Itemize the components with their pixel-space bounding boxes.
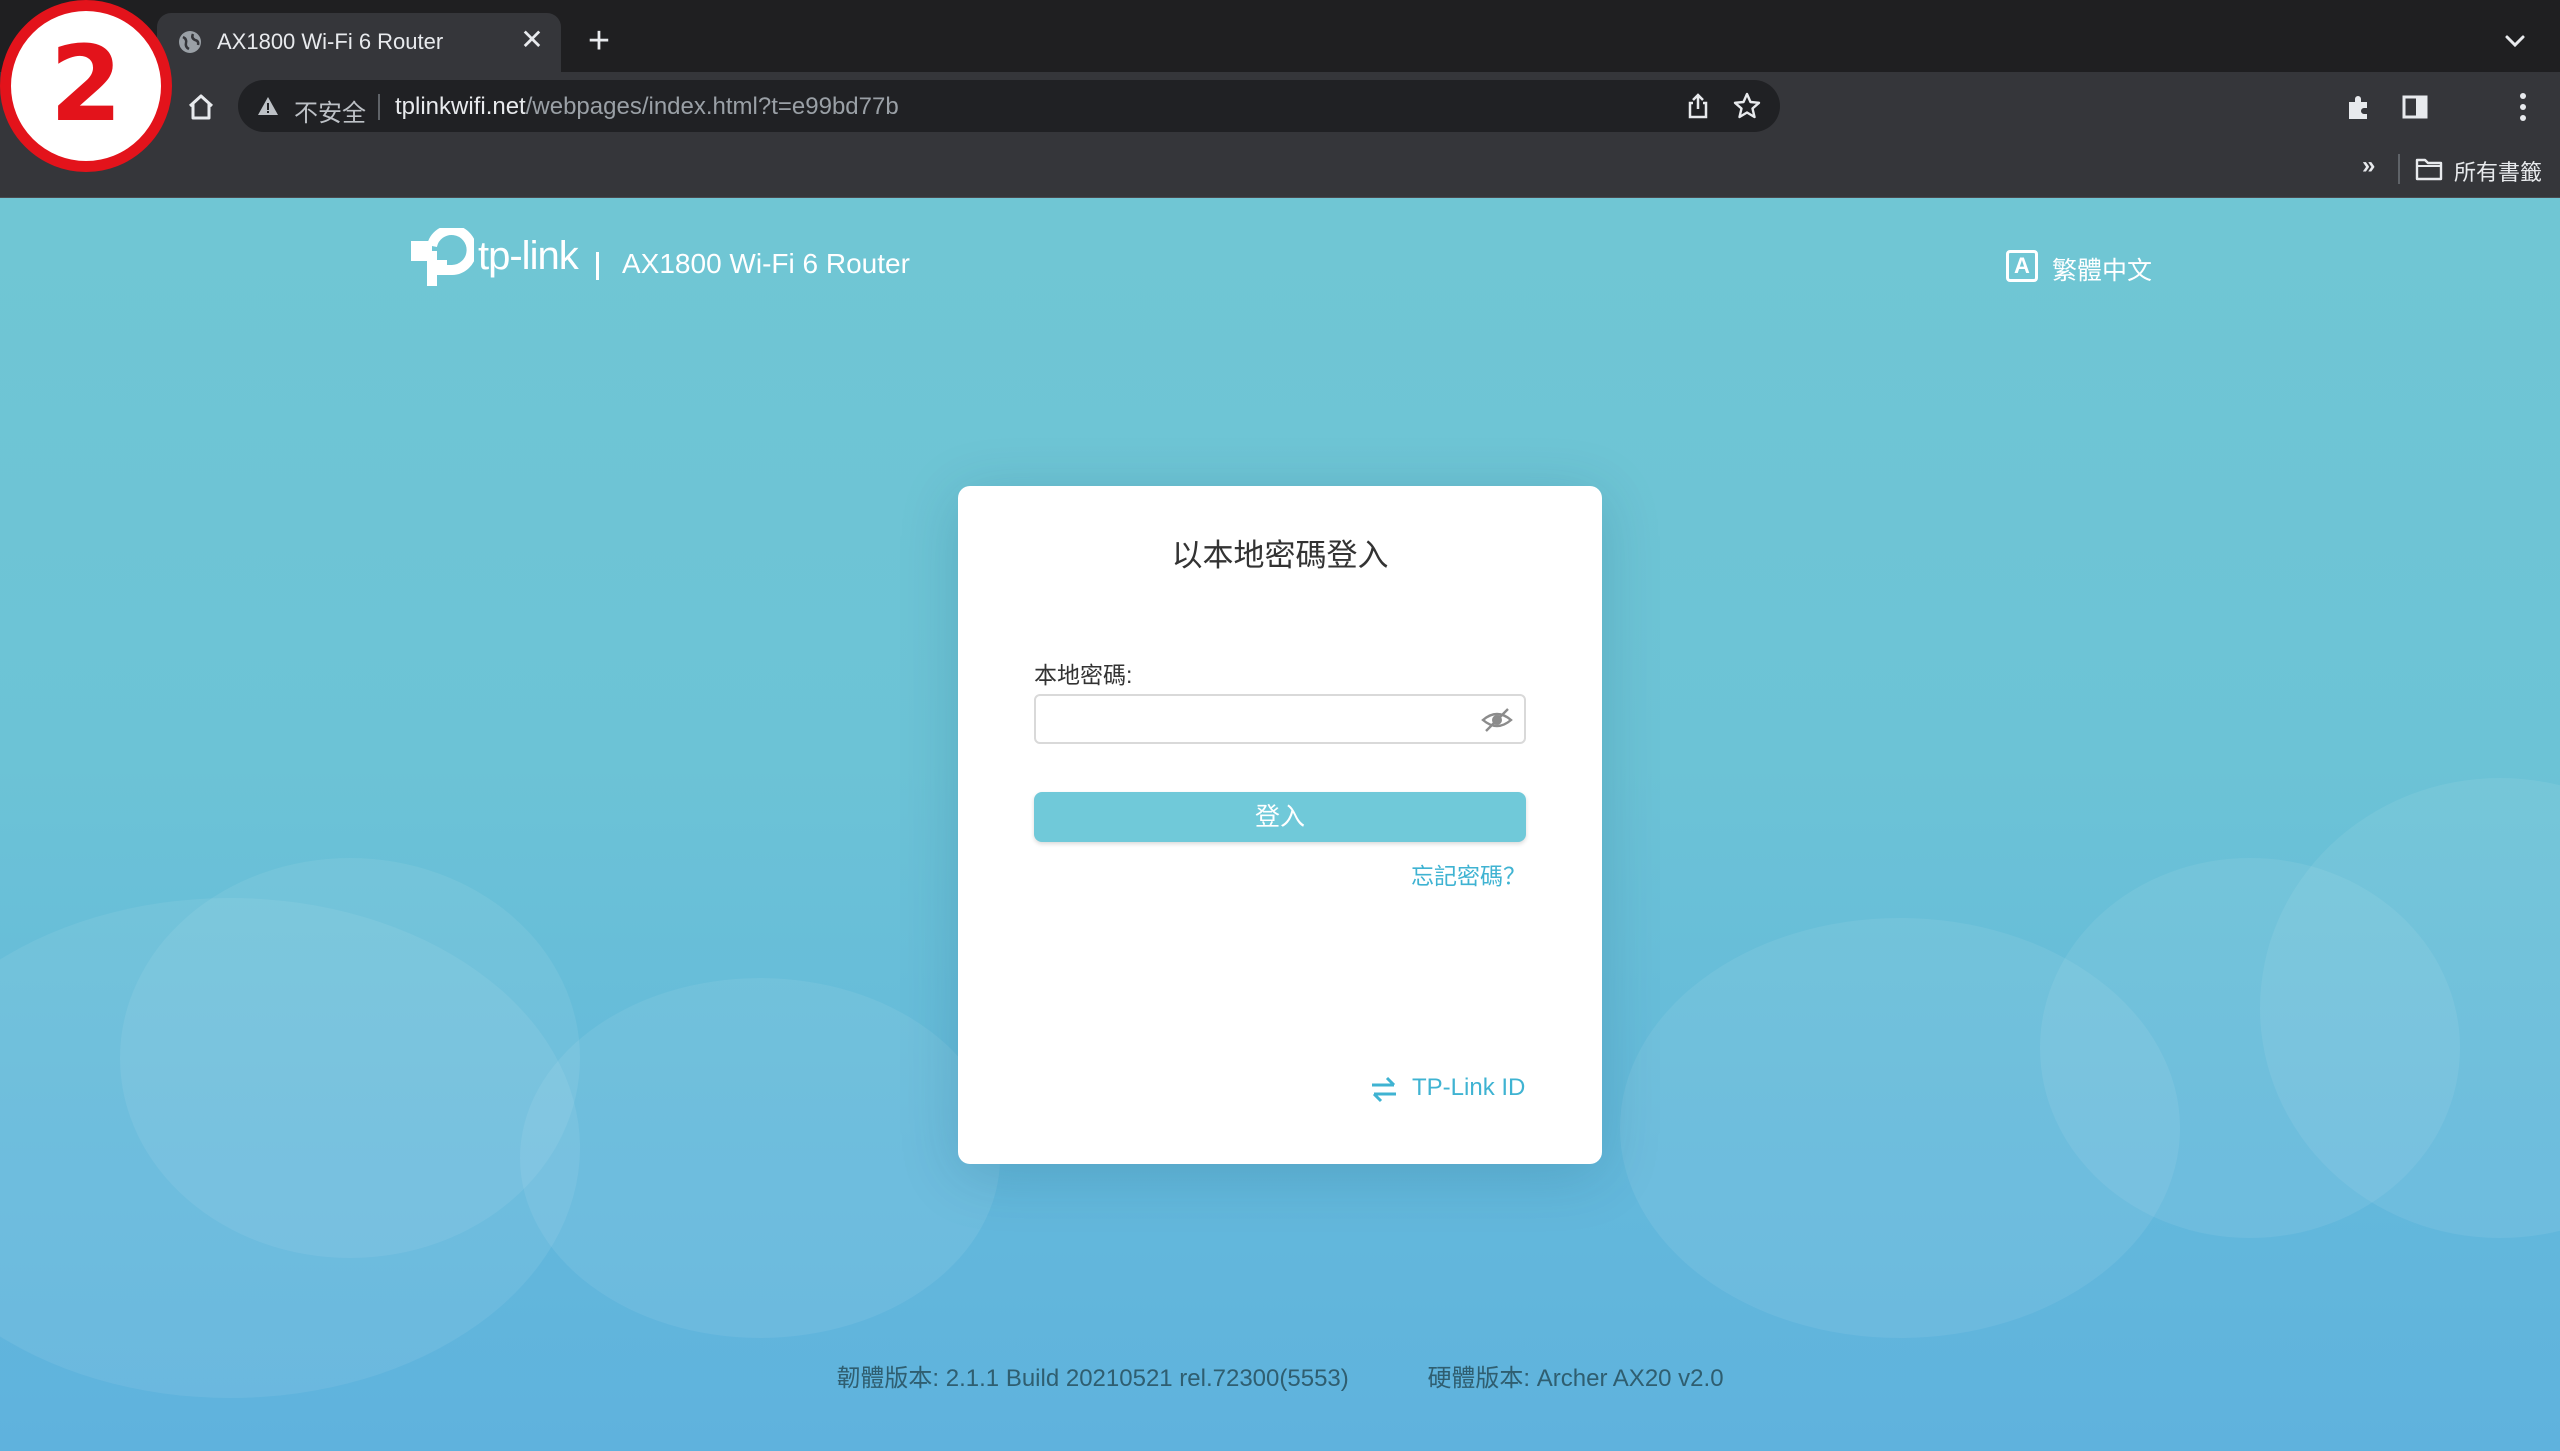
swap-arrows-icon xyxy=(1372,1076,1396,1103)
version-footer: 韌體版本: 2.1.1 Build 20210521 rel.72300(555… xyxy=(0,1358,2560,1393)
brand-separator xyxy=(596,252,599,280)
all-bookmarks-label[interactable]: 所有書籤 xyxy=(2454,155,2542,187)
new-tab-button[interactable]: + xyxy=(580,22,618,60)
bookmarks-divider xyxy=(2398,154,2400,184)
step-number: 2 xyxy=(49,23,123,145)
side-panel-icon[interactable] xyxy=(2400,92,2430,122)
tab-strip: AX1800 Wi-Fi 6 Router ✕ + xyxy=(0,0,2560,72)
browser-toolbar: 不安全 tplinkwifi.net/webpages/index.html?t… xyxy=(0,72,2560,142)
url-text[interactable]: tplinkwifi.net/webpages/index.html?t=e99… xyxy=(395,93,899,121)
bookmarks-overflow-button[interactable]: » xyxy=(2362,152,2375,180)
folder-icon[interactable] xyxy=(2414,156,2444,182)
firmware-version: 韌體版本: 2.1.1 Build 20210521 rel.72300(555… xyxy=(836,1365,1349,1392)
kebab-menu-icon[interactable] xyxy=(2508,90,2538,124)
router-model-title: AX1800 Wi-Fi 6 Router xyxy=(622,248,910,279)
tp-link-id-label: TP-Link ID xyxy=(1412,1074,1526,1101)
home-icon[interactable] xyxy=(184,90,218,124)
login-card: 以本地密碼登入 本地密碼: 登入 忘記密碼？ TP-Link ID xyxy=(958,486,1602,1164)
bookmarks-bar: » 所有書籤 xyxy=(0,142,2560,198)
tp-link-logo-icon xyxy=(411,228,474,286)
url-path: /webpages/index.html?t=e99bd77b xyxy=(525,93,899,120)
security-status[interactable]: 不安全 xyxy=(294,93,366,128)
step-badge: 2 xyxy=(0,0,172,172)
globe-icon xyxy=(179,31,201,53)
extensions-icon[interactable] xyxy=(2344,92,2374,122)
tp-link-id-link[interactable]: TP-Link ID xyxy=(1368,1072,1526,1106)
hardware-version: 硬體版本: Archer AX20 v2.0 xyxy=(1427,1365,1724,1392)
bookmark-star-icon[interactable] xyxy=(1732,91,1762,121)
password-label: 本地密碼: xyxy=(1034,662,1133,688)
password-field[interactable] xyxy=(1034,694,1526,744)
address-bar[interactable]: 不安全 tplinkwifi.net/webpages/index.html?t… xyxy=(238,80,1780,132)
login-button[interactable]: 登入 xyxy=(1034,792,1526,842)
router-login-page: tp-link AX1800 Wi-Fi 6 Router A 繁體中文 以本地… xyxy=(0,198,2560,1451)
chevron-down-icon[interactable] xyxy=(2500,26,2530,56)
login-title: 以本地密碼登入 xyxy=(1171,538,1389,573)
logo-text: tp-link xyxy=(478,234,579,278)
background-cloud xyxy=(120,858,580,1258)
url-divider xyxy=(378,94,380,120)
browser-tab[interactable]: AX1800 Wi-Fi 6 Router ✕ xyxy=(157,13,561,72)
share-icon[interactable] xyxy=(1684,92,1712,120)
forgot-password-link[interactable]: 忘記密碼？ xyxy=(1411,857,1526,891)
language-label: 繁體中文 xyxy=(2052,257,2153,285)
tab-title: AX1800 Wi-Fi 6 Router xyxy=(217,29,444,54)
url-host: tplinkwifi.net xyxy=(395,93,526,120)
background-cloud xyxy=(520,978,1000,1338)
close-tab-icon[interactable]: ✕ xyxy=(517,25,547,55)
language-icon: A xyxy=(2006,250,2038,282)
warning-icon[interactable] xyxy=(256,94,280,118)
hide-password-eye-icon[interactable] xyxy=(1480,706,1514,734)
